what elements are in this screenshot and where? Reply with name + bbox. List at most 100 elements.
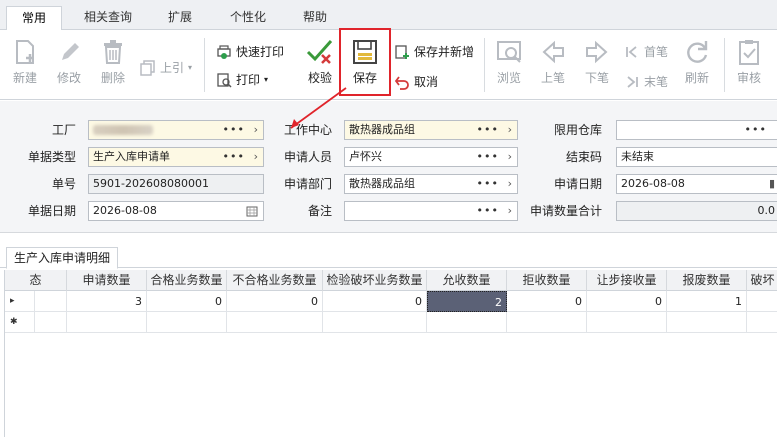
cell-qualified-qty[interactable]: 0 [147,291,227,312]
apply-qty-total-field: 0.0 [616,201,777,221]
cell-rejected-qty[interactable] [507,312,587,333]
close-code-field[interactable]: 未结束 [616,147,777,167]
prev-record-label: 上笔 [540,71,565,85]
detail-grid: 态 申请数量 合格业务数量 不合格业务数量 检验破坏业务数量 允收数量 拒收数量… [4,270,777,437]
cell-apply-qty[interactable]: 3 [67,291,147,312]
cancel-button[interactable]: 取消 [394,72,438,92]
cell-concession-qty[interactable]: 0 [587,291,667,312]
cell-concession-qty[interactable] [587,312,667,333]
first-record-button[interactable]: 首笔 [624,42,668,62]
col-apply-qty[interactable]: 申请数量 [67,270,147,291]
browse-button[interactable]: 浏览 [492,38,526,86]
tab-detail-lines[interactable]: 生产入库申请明细 [6,247,118,269]
doc-date-value: 2026-08-08 [93,204,157,217]
tab-extend[interactable]: 扩展 [152,6,208,30]
chevron-right-icon[interactable]: › [254,121,258,139]
tab-personalize[interactable]: 个性化 [218,6,278,30]
tab-help[interactable]: 帮助 [290,6,340,30]
lookup-dots-icon[interactable]: ••• [477,121,499,139]
work-center-field[interactable]: 散热器成品组 ••• › [344,120,518,140]
limit-warehouse-field[interactable]: ••• [616,120,777,140]
new-button[interactable]: 新建 [8,38,42,86]
lookup-dots-icon[interactable]: ••• [223,148,245,166]
apply-dept-value: 散热器成品组 [349,177,415,190]
col-destroyed-qty[interactable]: 检验破坏业务数量 [323,270,427,291]
chevron-right-icon[interactable]: › [508,148,512,166]
cell-accepted-qty[interactable]: 2 [427,291,507,312]
last-record-button[interactable]: 末笔 [624,72,668,92]
chevron-right-icon[interactable]: › [254,148,258,166]
cell-destroy[interactable] [747,291,777,312]
limit-warehouse-label: 限用仓库 [553,123,602,137]
cell-rejected-qty[interactable]: 0 [507,291,587,312]
doc-date-field[interactable]: 2026-08-08 [88,201,264,221]
browse-magnifier-icon [497,41,521,63]
dropdown-arrow-icon: ▾ [188,63,193,72]
prev-ref-button[interactable]: 上引 ▾ [140,58,192,78]
col-destroy[interactable]: 破坏 [747,270,777,291]
save-and-new-button[interactable]: 保存并新增 [394,42,474,62]
col-concession-qty[interactable]: 让步接收量 [587,270,667,291]
col-status[interactable]: 态 [5,270,67,291]
new-button-label: 新建 [12,71,37,85]
table-row-new[interactable]: ✱ [5,312,777,333]
col-qualified-qty[interactable]: 合格业务数量 [147,270,227,291]
cell-scrap-qty[interactable]: 1 [667,291,747,312]
lookup-dots-icon[interactable]: ••• [223,121,245,139]
check-button[interactable]: 校验 [302,38,338,86]
refresh-button-label: 刷新 [684,71,709,85]
apply-dept-label: 申请部门 [283,177,332,191]
lookup-dots-icon[interactable]: ••• [477,175,499,193]
cell-destroyed-qty[interactable]: 0 [323,291,427,312]
audit-button[interactable]: 审核 [732,38,766,86]
factory-field[interactable]: ••• › [88,120,264,140]
remark-field[interactable]: ••• › [344,201,518,221]
cell-unqualified-qty[interactable] [227,312,323,333]
cell-destroy[interactable] [747,312,777,333]
cell-status[interactable] [35,291,67,312]
lookup-dots-icon[interactable]: ••• [477,148,499,166]
close-code-label: 结束码 [565,150,602,164]
cell-status[interactable] [35,312,67,333]
doc-no-value: 5901-202608080001 [93,177,209,190]
delete-button[interactable]: 删除 [96,38,130,86]
undo-icon [394,76,409,90]
chevron-right-icon[interactable]: › [508,175,512,193]
doc-no-label: 单号 [51,177,76,191]
chevron-right-icon[interactable]: › [508,202,512,220]
trash-icon [104,40,122,64]
col-accepted-qty[interactable]: 允收数量 [427,270,507,291]
col-scrap-qty[interactable]: 报废数量 [667,270,747,291]
next-record-button[interactable]: 下笔 [580,38,614,86]
edit-button[interactable]: 修改 [52,38,86,86]
apply-date-field[interactable]: 2026-08-08 ▮ [616,174,777,194]
print-button[interactable]: 打印 ▾ [216,70,268,90]
clipboard-check-icon [739,40,759,65]
factory-label: 工厂 [51,123,76,137]
calendar-edge-icon[interactable]: ▮ [769,175,775,193]
applicant-field[interactable]: 卢怀兴 ••• › [344,147,518,167]
cell-scrap-qty[interactable] [667,312,747,333]
cell-unqualified-qty[interactable]: 0 [227,291,323,312]
chevron-right-icon[interactable]: › [508,121,512,139]
quick-print-button[interactable]: 快速打印 [216,42,284,62]
edit-button-label: 修改 [56,71,81,85]
cell-destroyed-qty[interactable] [323,312,427,333]
apply-dept-field[interactable]: 散热器成品组 ••• › [344,174,518,194]
calendar-icon[interactable] [246,205,258,217]
check-validate-icon [306,40,333,64]
prev-record-button[interactable]: 上笔 [536,38,570,86]
col-rejected-qty[interactable]: 拒收数量 [507,270,587,291]
refresh-button[interactable]: 刷新 [680,38,714,86]
tab-common[interactable]: 常用 [6,6,62,31]
col-unqualified-qty[interactable]: 不合格业务数量 [227,270,323,291]
doc-type-field[interactable]: 生产入库申请单 ••• › [88,147,264,167]
cell-accepted-qty[interactable] [427,312,507,333]
cell-qualified-qty[interactable] [147,312,227,333]
cell-apply-qty[interactable] [67,312,147,333]
tab-related-query[interactable]: 相关查询 [76,6,140,30]
lookup-dots-icon[interactable]: ••• [745,121,767,139]
lookup-dots-icon[interactable]: ••• [477,202,499,220]
table-row[interactable]: ▸ 3 0 0 0 2 0 0 1 [5,291,777,312]
row-current-indicator: ▸ [5,291,35,312]
